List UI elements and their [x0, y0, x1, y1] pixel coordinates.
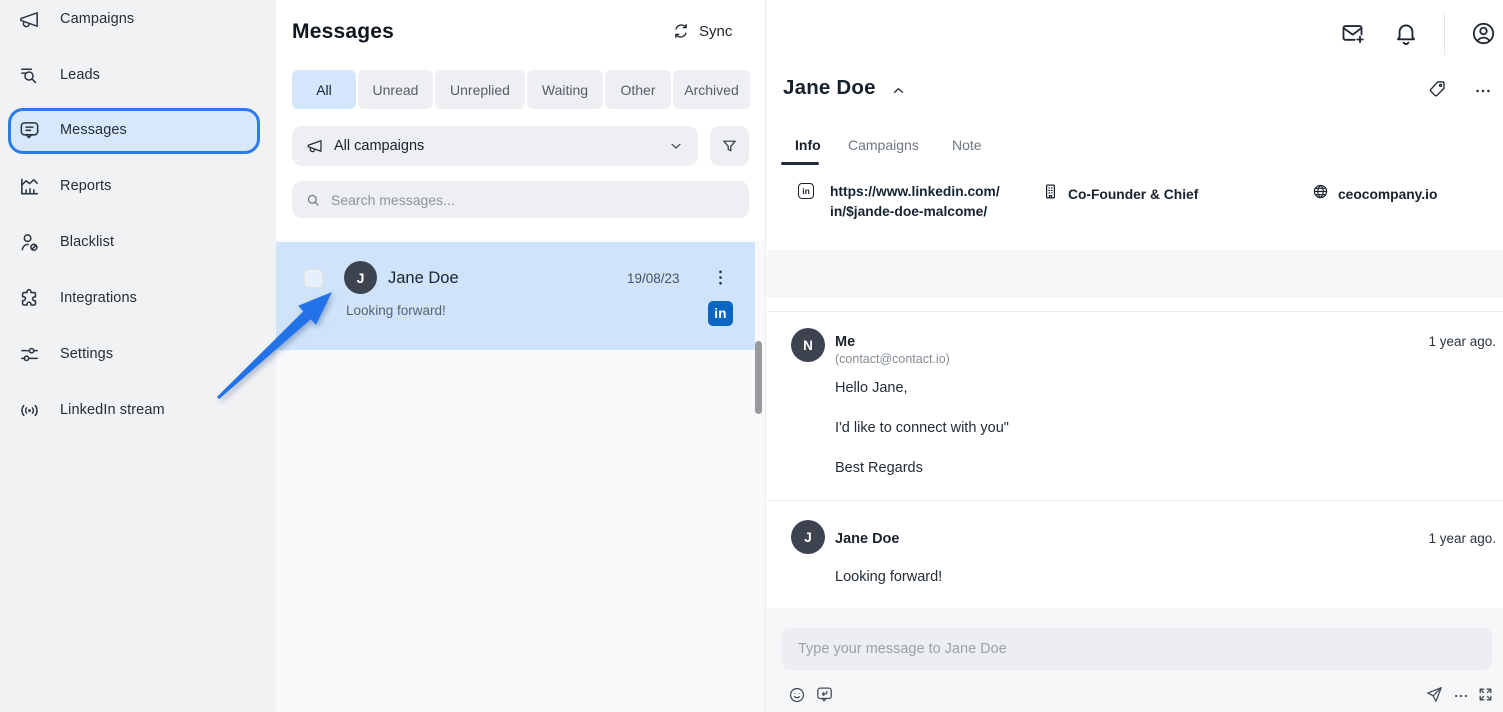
active-item-highlight	[8, 108, 260, 154]
sidebar-item-messages[interactable]: Messages	[0, 108, 276, 154]
messages-panel-title: Messages	[292, 20, 394, 44]
app-root: Campaigns Leads Messages Reports	[0, 0, 1503, 712]
chevron-up-icon[interactable]	[890, 82, 907, 99]
filter-tab-waiting[interactable]: Waiting	[527, 70, 603, 109]
sidebar-item-label: LinkedIn stream	[60, 402, 165, 418]
campaign-filter-dropdown[interactable]: All campaigns	[292, 126, 698, 166]
kebab-menu-icon[interactable]	[710, 267, 731, 288]
sidebar-item-integrations[interactable]: Integrations	[0, 276, 276, 322]
message-composer-input[interactable]	[782, 628, 1492, 670]
linkedin-url-line1: https://www.linkedin.com/	[830, 182, 1030, 202]
conversation-name: Jane Doe	[388, 269, 459, 288]
sidebar-item-label: Campaigns	[60, 11, 134, 27]
filter-tab-unread[interactable]: Unread	[358, 70, 433, 109]
sidebar-item-label: Settings	[60, 346, 113, 362]
search-messages-input[interactable]	[331, 192, 736, 208]
expand-icon[interactable]	[1477, 686, 1494, 703]
contact-job-title: Co-Founder & Chief	[1068, 185, 1198, 205]
chevron-down-icon	[668, 138, 684, 154]
message-sender: Jane Doe	[835, 531, 899, 547]
broadcast-icon	[18, 399, 41, 422]
sliders-icon	[18, 343, 41, 366]
sidebar-item-blacklist[interactable]: Blacklist	[0, 220, 276, 266]
list-scrollbar[interactable]	[755, 341, 762, 414]
message-text-line: Looking forward!	[835, 569, 942, 585]
filter-tab-unreplied[interactable]: Unreplied	[435, 70, 525, 109]
linkedin-square-icon: in	[798, 183, 814, 199]
advanced-filter-button[interactable]	[710, 126, 749, 166]
send-icon[interactable]	[1425, 685, 1444, 704]
new-message-icon[interactable]	[1339, 20, 1366, 47]
sidebar-item-label: Leads	[60, 67, 100, 83]
message-text-line: Hello Jane,	[835, 380, 908, 396]
sidebar-item-campaigns[interactable]: Campaigns	[0, 0, 276, 43]
sync-label: Sync	[699, 23, 732, 40]
building-icon	[1042, 183, 1059, 200]
conversation-date: 19/08/23	[627, 271, 680, 286]
search-icon	[305, 192, 321, 208]
sidebar-item-settings[interactable]: Settings	[0, 332, 276, 378]
quick-reply-icon[interactable]	[815, 685, 834, 704]
conversation-checkbox[interactable]	[304, 269, 323, 288]
sidebar-item-label: Integrations	[60, 290, 137, 306]
puzzle-icon	[18, 287, 41, 310]
search-messages-box	[292, 181, 749, 218]
message-timestamp: 1 year ago.	[1428, 334, 1496, 349]
avatar: N	[791, 328, 825, 362]
conversation-list: J Jane Doe 19/08/23 Looking forward! in	[276, 240, 765, 712]
tag-icon[interactable]	[1427, 79, 1447, 99]
composer-more-icon[interactable]	[1452, 687, 1470, 705]
active-tab-underline	[781, 162, 819, 165]
topbar-divider	[1444, 13, 1445, 55]
contact-website[interactable]: ceocompany.io	[1338, 185, 1437, 205]
sidebar-item-reports[interactable]: Reports	[0, 164, 276, 210]
contact-linkedin-url[interactable]: https://www.linkedin.com/ in/$jande-doe-…	[830, 182, 1030, 222]
sidebar-item-leads[interactable]: Leads	[0, 53, 276, 99]
sync-button[interactable]: Sync	[672, 22, 732, 40]
notifications-bell-icon[interactable]	[1392, 19, 1420, 47]
avatar: J	[791, 520, 825, 554]
message-divider	[767, 500, 1503, 501]
bar-chart-icon	[18, 175, 41, 198]
linkedin-url-line2: in/$jande-doe-malcome/	[830, 202, 1030, 222]
globe-icon	[1312, 183, 1329, 200]
conversation-preview: Looking forward!	[346, 303, 446, 318]
tab-note[interactable]: Note	[952, 137, 982, 153]
linkedin-badge-icon: in	[708, 301, 733, 326]
thread-divider	[767, 311, 1503, 312]
megaphone-icon	[306, 137, 324, 155]
message-sender-email: (contact@contact.io)	[835, 352, 950, 366]
conversation-row-jane-doe[interactable]: J Jane Doe 19/08/23 Looking forward! in	[276, 242, 755, 350]
tab-info[interactable]: Info	[795, 137, 821, 153]
sidebar-item-linkedin-stream[interactable]: LinkedIn stream	[0, 388, 276, 434]
sidebar: Campaigns Leads Messages Reports	[0, 0, 276, 712]
campaign-filter-value: All campaigns	[334, 138, 658, 154]
avatar: J	[344, 261, 377, 294]
filter-tab-other[interactable]: Other	[605, 70, 671, 109]
tab-campaigns[interactable]: Campaigns	[848, 137, 919, 153]
sidebar-item-label: Reports	[60, 178, 111, 194]
filter-tab-all[interactable]: All	[292, 70, 356, 109]
emoji-icon[interactable]	[788, 686, 806, 704]
filter-tab-archived[interactable]: Archived	[673, 70, 750, 109]
megaphone-icon	[18, 8, 41, 31]
chat-bubble-icon	[18, 119, 41, 142]
message-text-line: I'd like to connect with you"	[835, 420, 1009, 436]
sidebar-item-label: Blacklist	[60, 234, 114, 250]
refresh-icon	[672, 22, 690, 40]
more-options-icon[interactable]	[1473, 81, 1493, 101]
funnel-icon	[721, 138, 738, 155]
sidebar-item-label: Messages	[60, 122, 127, 138]
message-text-line: Best Regards	[835, 460, 923, 476]
contact-name-title: Jane Doe	[783, 76, 876, 100]
account-avatar-icon[interactable]	[1470, 20, 1497, 47]
message-timestamp: 1 year ago.	[1428, 531, 1496, 546]
section-gap	[767, 250, 1503, 298]
user-block-icon	[18, 231, 41, 254]
message-sender: Me	[835, 334, 855, 350]
leads-search-icon	[18, 64, 41, 87]
message-filter-tabs: All Unread Unreplied Waiting Other Archi…	[292, 70, 750, 109]
